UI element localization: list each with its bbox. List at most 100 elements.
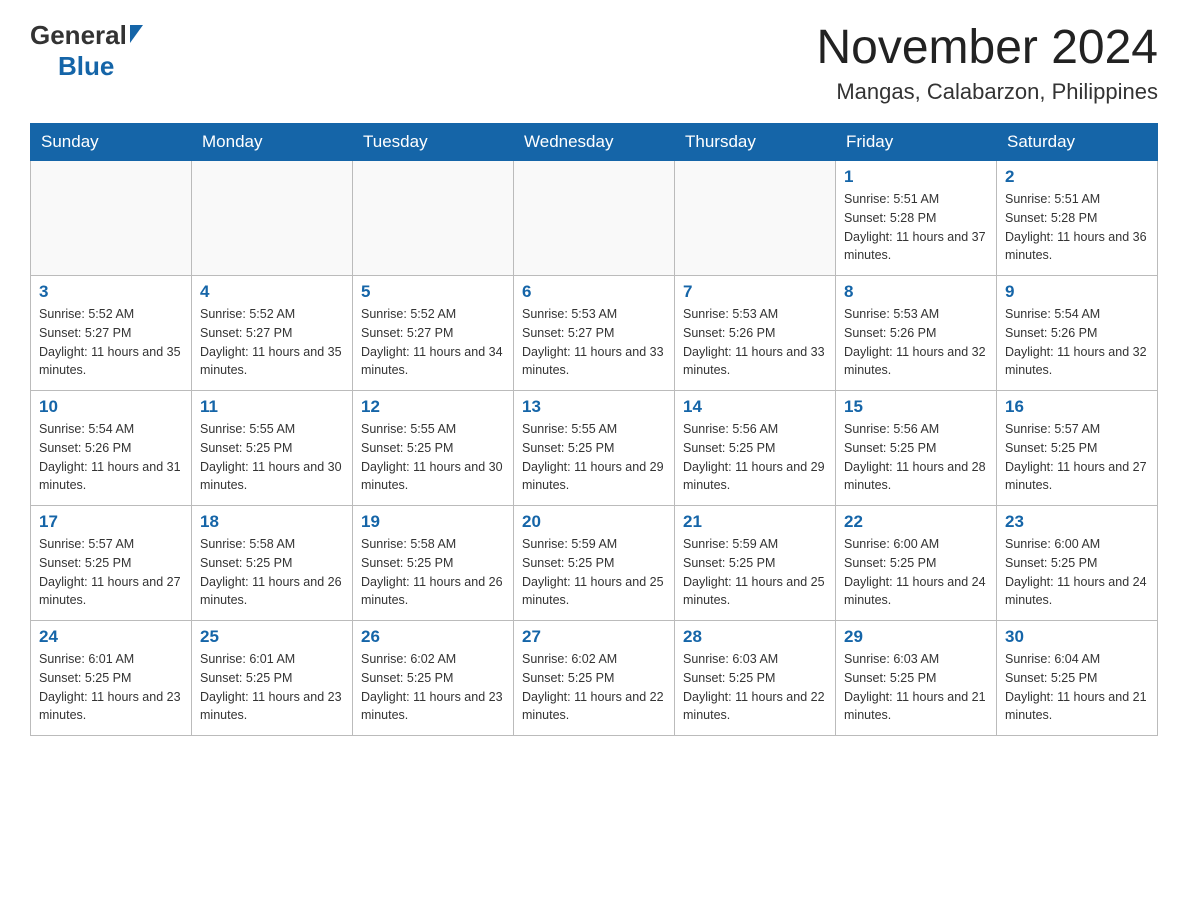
day-cell [514, 161, 675, 276]
day-info: Sunrise: 5:53 AM Sunset: 5:27 PM Dayligh… [522, 305, 666, 380]
day-info: Sunrise: 6:03 AM Sunset: 5:25 PM Dayligh… [844, 650, 988, 725]
day-info: Sunrise: 5:53 AM Sunset: 5:26 PM Dayligh… [683, 305, 827, 380]
day-cell: 24 Sunrise: 6:01 AM Sunset: 5:25 PM Dayli… [31, 621, 192, 736]
day-number: 14 [683, 397, 827, 417]
day-cell: 27 Sunrise: 6:02 AM Sunset: 5:25 PM Dayli… [514, 621, 675, 736]
day-number: 25 [200, 627, 344, 647]
day-info: Sunrise: 5:54 AM Sunset: 5:26 PM Dayligh… [39, 420, 183, 495]
day-cell: 17Sunrise: 5:57 AM Sunset: 5:25 PM Dayli… [31, 506, 192, 621]
day-number: 12 [361, 397, 505, 417]
day-number: 23 [1005, 512, 1149, 532]
day-info: Sunrise: 5:55 AM Sunset: 5:25 PM Dayligh… [361, 420, 505, 495]
day-number: 8 [844, 282, 988, 302]
day-info: Sunrise: 6:00 AM Sunset: 5:25 PM Dayligh… [1005, 535, 1149, 610]
day-info: Sunrise: 6:01 AM Sunset: 5:25 PM Dayligh… [200, 650, 344, 725]
day-info: Sunrise: 6:02 AM Sunset: 5:25 PM Dayligh… [522, 650, 666, 725]
day-number: 22 [844, 512, 988, 532]
day-cell [353, 161, 514, 276]
day-cell: 3 Sunrise: 5:52 AM Sunset: 5:27 PM Daylig… [31, 276, 192, 391]
day-number: 19 [361, 512, 505, 532]
day-info: Sunrise: 5:52 AM Sunset: 5:27 PM Dayligh… [39, 305, 183, 380]
day-cell: 26Sunrise: 6:02 AM Sunset: 5:25 PM Dayli… [353, 621, 514, 736]
day-number: 26 [361, 627, 505, 647]
day-info: Sunrise: 5:56 AM Sunset: 5:25 PM Dayligh… [844, 420, 988, 495]
day-cell [675, 161, 836, 276]
day-cell: 6 Sunrise: 5:53 AM Sunset: 5:27 PM Daylig… [514, 276, 675, 391]
logo: General Blue [30, 20, 143, 82]
day-number: 10 [39, 397, 183, 417]
day-info: Sunrise: 5:52 AM Sunset: 5:27 PM Dayligh… [361, 305, 505, 380]
col-thursday: Thursday [675, 124, 836, 161]
week-row-2: 3 Sunrise: 5:52 AM Sunset: 5:27 PM Daylig… [31, 276, 1158, 391]
col-wednesday: Wednesday [514, 124, 675, 161]
day-info: Sunrise: 5:59 AM Sunset: 5:25 PM Dayligh… [683, 535, 827, 610]
day-info: Sunrise: 5:58 AM Sunset: 5:25 PM Dayligh… [200, 535, 344, 610]
day-cell: 2Sunrise: 5:51 AM Sunset: 5:28 PM Daylig… [997, 161, 1158, 276]
day-info: Sunrise: 5:54 AM Sunset: 5:26 PM Dayligh… [1005, 305, 1149, 380]
day-cell: 29 Sunrise: 6:03 AM Sunset: 5:25 PM Dayli… [836, 621, 997, 736]
col-saturday: Saturday [997, 124, 1158, 161]
day-number: 1 [844, 167, 988, 187]
title-area: November 2024 Mangas, Calabarzon, Philip… [816, 20, 1158, 105]
day-cell: 14 Sunrise: 5:56 AM Sunset: 5:25 PM Dayli… [675, 391, 836, 506]
location-subtitle: Mangas, Calabarzon, Philippines [816, 79, 1158, 105]
day-info: Sunrise: 5:51 AM Sunset: 5:28 PM Dayligh… [844, 190, 988, 265]
day-number: 6 [522, 282, 666, 302]
day-number: 16 [1005, 397, 1149, 417]
calendar-table: Sunday Monday Tuesday Wednesday Thursday… [30, 123, 1158, 736]
day-number: 29 [844, 627, 988, 647]
day-cell: 22Sunrise: 6:00 AM Sunset: 5:25 PM Dayli… [836, 506, 997, 621]
day-info: Sunrise: 5:57 AM Sunset: 5:25 PM Dayligh… [1005, 420, 1149, 495]
day-cell: 13Sunrise: 5:55 AM Sunset: 5:25 PM Dayli… [514, 391, 675, 506]
day-cell: 21Sunrise: 5:59 AM Sunset: 5:25 PM Dayli… [675, 506, 836, 621]
week-row-5: 24 Sunrise: 6:01 AM Sunset: 5:25 PM Dayli… [31, 621, 1158, 736]
day-cell [192, 161, 353, 276]
day-number: 27 [522, 627, 666, 647]
col-sunday: Sunday [31, 124, 192, 161]
day-number: 9 [1005, 282, 1149, 302]
day-info: Sunrise: 6:01 AM Sunset: 5:25 PM Dayligh… [39, 650, 183, 725]
day-info: Sunrise: 5:58 AM Sunset: 5:25 PM Dayligh… [361, 535, 505, 610]
week-row-3: 10 Sunrise: 5:54 AM Sunset: 5:26 PM Dayli… [31, 391, 1158, 506]
day-info: Sunrise: 5:59 AM Sunset: 5:25 PM Dayligh… [522, 535, 666, 610]
day-cell: 23 Sunrise: 6:00 AM Sunset: 5:25 PM Dayli… [997, 506, 1158, 621]
col-friday: Friday [836, 124, 997, 161]
day-cell: 25 Sunrise: 6:01 AM Sunset: 5:25 PM Dayli… [192, 621, 353, 736]
day-number: 11 [200, 397, 344, 417]
day-cell: 11 Sunrise: 5:55 AM Sunset: 5:25 PM Dayli… [192, 391, 353, 506]
day-cell: 4Sunrise: 5:52 AM Sunset: 5:27 PM Daylig… [192, 276, 353, 391]
day-number: 18 [200, 512, 344, 532]
day-info: Sunrise: 5:55 AM Sunset: 5:25 PM Dayligh… [200, 420, 344, 495]
day-cell: 20 Sunrise: 5:59 AM Sunset: 5:25 PM Dayli… [514, 506, 675, 621]
day-info: Sunrise: 5:55 AM Sunset: 5:25 PM Dayligh… [522, 420, 666, 495]
day-cell: 19 Sunrise: 5:58 AM Sunset: 5:25 PM Dayli… [353, 506, 514, 621]
page-header: General Blue November 2024 Mangas, Calab… [30, 20, 1158, 105]
calendar-header-row: Sunday Monday Tuesday Wednesday Thursday… [31, 124, 1158, 161]
day-info: Sunrise: 5:53 AM Sunset: 5:26 PM Dayligh… [844, 305, 988, 380]
day-info: Sunrise: 5:52 AM Sunset: 5:27 PM Dayligh… [200, 305, 344, 380]
day-cell: 28Sunrise: 6:03 AM Sunset: 5:25 PM Dayli… [675, 621, 836, 736]
day-number: 20 [522, 512, 666, 532]
col-tuesday: Tuesday [353, 124, 514, 161]
day-number: 2 [1005, 167, 1149, 187]
day-cell: 16 Sunrise: 5:57 AM Sunset: 5:25 PM Dayli… [997, 391, 1158, 506]
day-cell: 1 Sunrise: 5:51 AM Sunset: 5:28 PM Daylig… [836, 161, 997, 276]
day-cell: 15Sunrise: 5:56 AM Sunset: 5:25 PM Dayli… [836, 391, 997, 506]
day-cell: 5 Sunrise: 5:52 AM Sunset: 5:27 PM Daylig… [353, 276, 514, 391]
day-number: 24 [39, 627, 183, 647]
logo-blue-text: Blue [58, 51, 114, 82]
week-row-1: 1 Sunrise: 5:51 AM Sunset: 5:28 PM Daylig… [31, 161, 1158, 276]
day-number: 17 [39, 512, 183, 532]
day-number: 7 [683, 282, 827, 302]
logo-general-text: General [30, 20, 127, 51]
day-info: Sunrise: 6:04 AM Sunset: 5:25 PM Dayligh… [1005, 650, 1149, 725]
day-info: Sunrise: 5:56 AM Sunset: 5:25 PM Dayligh… [683, 420, 827, 495]
day-number: 3 [39, 282, 183, 302]
day-cell: 9 Sunrise: 5:54 AM Sunset: 5:26 PM Daylig… [997, 276, 1158, 391]
day-number: 5 [361, 282, 505, 302]
day-cell: 30Sunrise: 6:04 AM Sunset: 5:25 PM Dayli… [997, 621, 1158, 736]
day-cell: 7 Sunrise: 5:53 AM Sunset: 5:26 PM Daylig… [675, 276, 836, 391]
day-cell [31, 161, 192, 276]
logo-arrow-icon [130, 25, 143, 43]
week-row-4: 17Sunrise: 5:57 AM Sunset: 5:25 PM Dayli… [31, 506, 1158, 621]
